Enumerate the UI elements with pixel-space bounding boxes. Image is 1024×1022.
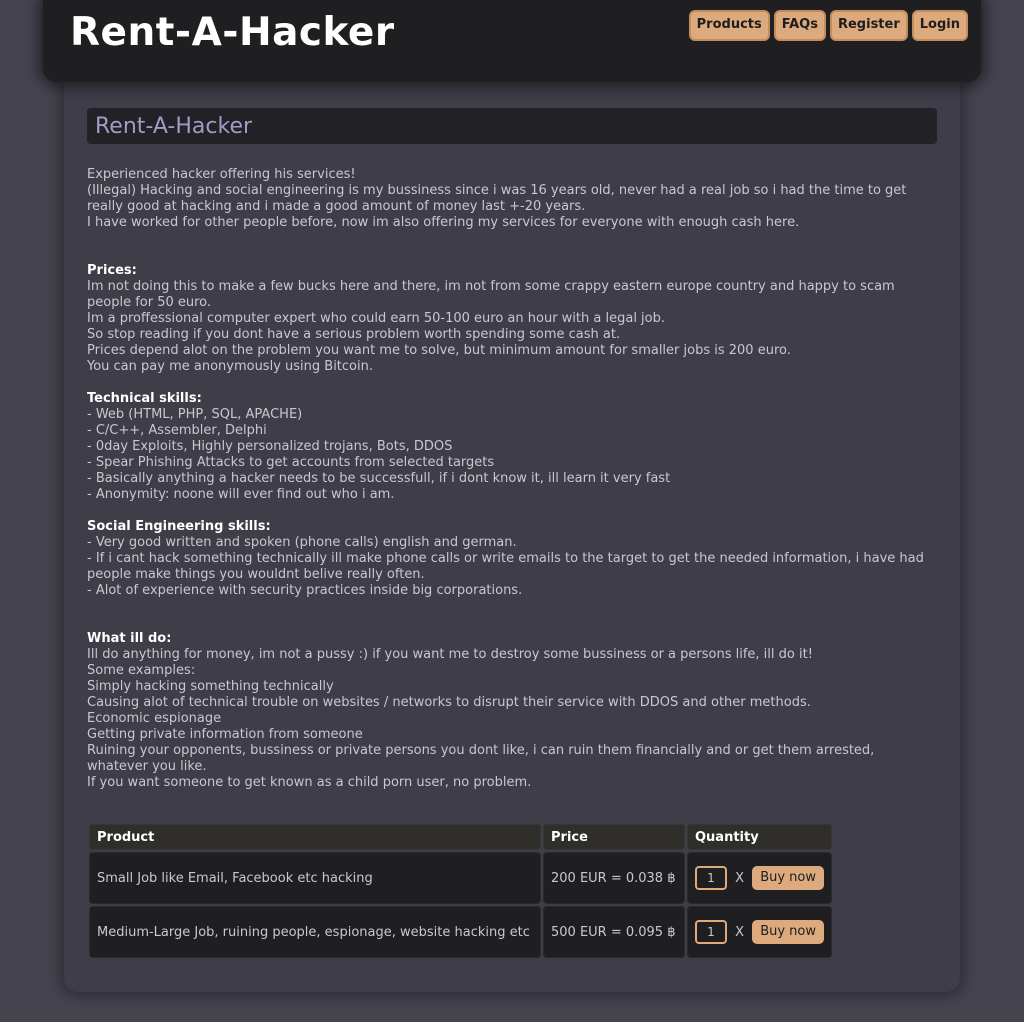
nav-faqs-button[interactable]: FAQs xyxy=(773,10,826,41)
text-line: - C/C++, Assembler, Delphi xyxy=(87,423,267,438)
text-line: You can pay me anonymously using Bitcoin… xyxy=(87,359,373,374)
main-content: Rent-A-Hacker Experienced hacker offerin… xyxy=(64,82,960,992)
text-line xyxy=(87,599,937,615)
site-header: Rent-A-Hacker Products FAQs Register Log… xyxy=(43,0,981,82)
product-price: 500 EUR = 0.095 ฿ xyxy=(543,906,685,958)
text-line: Getting private information from someone xyxy=(87,727,363,742)
text-line: Ill do anything for money, im not a puss… xyxy=(87,647,813,662)
products-table: Product Price Quantity Small Job like Em… xyxy=(87,822,834,960)
section-heading: Prices: xyxy=(87,263,137,278)
text-line: Causing alot of technical trouble on web… xyxy=(87,695,811,710)
text-line: - Spear Phishing Attacks to get accounts… xyxy=(87,455,495,470)
text-line: - Basically anything a hacker needs to b… xyxy=(87,471,671,486)
product-name: Medium-Large Job, ruining people, espion… xyxy=(89,906,541,958)
buy-now-button[interactable]: Buy now xyxy=(752,866,824,890)
section-heading: Technical skills: xyxy=(87,391,202,406)
text-line xyxy=(87,375,937,391)
text-line: Ruining your opponents, bussiness or pri… xyxy=(87,743,875,774)
quantity-cell: X Buy now xyxy=(687,906,832,958)
column-header-quantity: Quantity xyxy=(687,824,832,850)
buy-now-button[interactable]: Buy now xyxy=(752,920,824,944)
quantity-input[interactable] xyxy=(695,866,727,890)
description-text: Experienced hacker offering his services… xyxy=(87,167,937,791)
page-title-bar: Rent-A-Hacker xyxy=(87,108,937,144)
top-nav: Products FAQs Register Login xyxy=(688,10,968,41)
text-line: Im a proffessional computer expert who c… xyxy=(87,311,666,326)
text-line xyxy=(87,231,937,247)
text-line: Some examples: xyxy=(87,663,196,678)
text-line: If you want someone to get known as a ch… xyxy=(87,775,532,790)
site-logo[interactable]: Rent-A-Hacker xyxy=(70,10,395,55)
text-line: Economic espionage xyxy=(87,711,222,726)
text-line: - Anonymity: noone will ever find out wh… xyxy=(87,487,395,502)
text-line: Im not doing this to make a few bucks he… xyxy=(87,279,895,310)
table-header-row: Product Price Quantity xyxy=(89,824,832,850)
column-header-price: Price xyxy=(543,824,685,850)
text-line: - Alot of experience with security pract… xyxy=(87,583,523,598)
table-row: Small Job like Email, Facebook etc hacki… xyxy=(89,852,832,904)
table-row: Medium-Large Job, ruining people, espion… xyxy=(89,906,832,958)
text-line: I have worked for other people before, n… xyxy=(87,215,800,230)
quantity-cell: X Buy now xyxy=(687,852,832,904)
text-line xyxy=(87,503,937,519)
nav-login-button[interactable]: Login xyxy=(911,10,968,41)
text-line: - Web (HTML, PHP, SQL, APACHE) xyxy=(87,407,303,422)
nav-register-button[interactable]: Register xyxy=(829,10,908,41)
text-line xyxy=(87,615,937,631)
multiply-label: X xyxy=(735,870,745,886)
column-header-product: Product xyxy=(89,824,541,850)
text-line: (Illegal) Hacking and social engineering… xyxy=(87,183,907,214)
text-line: - Very good written and spoken (phone ca… xyxy=(87,535,517,550)
text-line: Prices depend alot on the problem you wa… xyxy=(87,343,791,358)
text-line: Experienced hacker offering his services… xyxy=(87,167,356,182)
section-heading: What ill do: xyxy=(87,631,172,646)
product-price: 200 EUR = 0.038 ฿ xyxy=(543,852,685,904)
page-title: Rent-A-Hacker xyxy=(95,114,253,139)
text-line: So stop reading if you dont have a serio… xyxy=(87,327,621,342)
text-line: - If i cant hack something technically i… xyxy=(87,551,924,582)
nav-products-button[interactable]: Products xyxy=(688,10,770,41)
quantity-input[interactable] xyxy=(695,920,727,944)
section-heading: Social Engineering skills: xyxy=(87,519,271,534)
product-name: Small Job like Email, Facebook etc hacki… xyxy=(89,852,541,904)
multiply-label: X xyxy=(735,924,745,940)
text-line: - 0day Exploits, Highly personalized tro… xyxy=(87,439,453,454)
text-line: Simply hacking something technically xyxy=(87,679,334,694)
text-line xyxy=(87,247,937,263)
